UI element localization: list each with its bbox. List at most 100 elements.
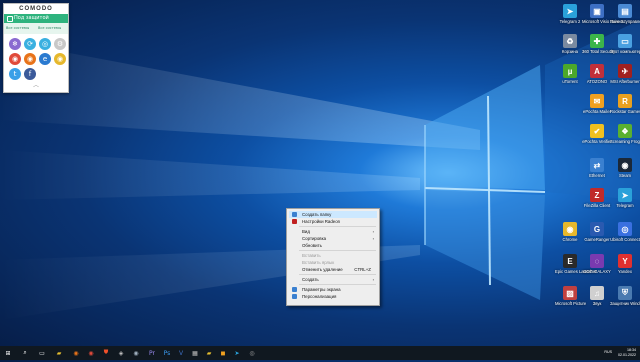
chrome-icon[interactable]: ◉ xyxy=(54,53,66,65)
desktop-icon[interactable]: Y Yandex xyxy=(610,254,640,274)
photoshop-icon[interactable]: Ps xyxy=(162,348,172,358)
desktop-icon-label: Ubisoft Connect xyxy=(610,237,640,242)
menu-item[interactable]: Настройки Radeon xyxy=(289,218,377,225)
menu-item[interactable]: Персонализация xyxy=(289,293,377,300)
desktop-context-menu: Создать папку Настройки Radeon Вид › Сортиро… xyxy=(286,208,380,306)
firefox-icon[interactable]: ◉ xyxy=(24,53,36,65)
app3-icon[interactable]: ◼ xyxy=(218,348,228,358)
menu-item[interactable]: Создать › xyxy=(289,276,377,283)
desktop-icon[interactable]: ✈ MSI Afterburner xyxy=(610,64,640,84)
language-indicator[interactable]: RUS xyxy=(604,350,612,355)
scan-icon[interactable]: ◎ xyxy=(39,38,51,50)
desktop-icon[interactable]: ❖Screaming Frog SE... xyxy=(610,124,640,144)
desktop-icon[interactable]: ▭ Этот компьютер xyxy=(610,34,640,54)
desktop-icon[interactable]: ◌ GOG GALAXY xyxy=(582,254,612,274)
menu-item[interactable]: Обновить xyxy=(289,242,377,249)
app-icon: ▤ xyxy=(618,4,632,18)
desktop-icon[interactable]: ✔ ePochta Verifier xyxy=(582,124,612,144)
app-icon: G xyxy=(590,222,604,236)
desktop-icon-label: uTorrent xyxy=(562,79,578,84)
protection-status[interactable]: Под защитой xyxy=(4,14,68,23)
taskbar: ⊞ ⌕ ▭ ▰ ◉ ◉ ⛊ ◈ ◉ Pr Ps V ▦ ▰ ◼ ➤ ◎ RUS 18:34 02.01.2022 xyxy=(0,346,640,360)
dragon-icon[interactable]: ◉ xyxy=(86,348,96,358)
desktop-icon[interactable]: ▤Панель управления xyxy=(610,4,640,24)
menu-item-label: Сортировка xyxy=(302,236,327,241)
firefox-icon[interactable]: ◉ xyxy=(71,348,81,358)
menu-item-label: Обновить xyxy=(302,243,322,248)
desktop-icon-label: Chrome xyxy=(562,237,578,242)
desktop-icon[interactable]: E Epic Games Launcher xyxy=(555,254,596,274)
premiere-icon[interactable]: Pr xyxy=(147,348,157,358)
desktop-icon-label: Корзина xyxy=(562,49,578,54)
desktop-icon[interactable]: ✉ ePochta Mailer xyxy=(582,94,612,114)
start-icon[interactable]: ⊞ xyxy=(3,348,13,358)
desktop-icon[interactable]: ◉ Steam xyxy=(610,158,640,178)
app-icon: ✔ xyxy=(590,124,604,138)
menu-item[interactable]: Создать папку xyxy=(289,211,377,218)
menu-item: Вставить xyxy=(289,252,377,259)
menu-separator xyxy=(299,250,376,251)
chevron-right-icon: › xyxy=(372,236,374,241)
desktop-icon[interactable]: ▨ Microsoft Picture xyxy=(555,286,586,306)
menu-separator xyxy=(299,274,376,275)
app-icon: ◉ xyxy=(618,158,632,172)
app-icon: ◎ xyxy=(618,222,632,236)
telegram-icon[interactable]: ➤ xyxy=(232,348,242,358)
facebook-icon[interactable]: f xyxy=(24,68,36,80)
menu-item-icon xyxy=(292,287,297,292)
task-view-icon[interactable]: ▭ xyxy=(37,348,47,358)
chevron-right-icon: › xyxy=(372,277,374,282)
app-icon: ⇄ xyxy=(590,158,604,172)
menu-item[interactable]: Отменить удаление CTRL+Z xyxy=(289,266,377,273)
desktop-icon[interactable]: A ATOZONO xyxy=(582,64,612,84)
app-icon[interactable]: ◈ xyxy=(116,348,126,358)
refresh-icon[interactable]: ⟳ xyxy=(24,38,36,50)
menu-item[interactable]: Параметры экрана xyxy=(289,286,377,293)
comodo-substatus: Все системы Все системы xyxy=(4,23,68,34)
desktop-icon[interactable]: ➤ Telegram xyxy=(610,188,640,208)
app-icon: ✈ xyxy=(618,64,632,78)
desktop-icon[interactable]: Z FileZilla Client xyxy=(582,188,612,208)
settings-icon[interactable]: ⚙ xyxy=(54,38,66,50)
menu-item-label: Вставить ярлык xyxy=(302,260,335,265)
desktop-icon[interactable]: G GameRanger xyxy=(582,222,612,242)
app-icon: ❖ xyxy=(618,124,632,138)
app2-icon[interactable]: ▦ xyxy=(190,348,200,358)
snowflake-icon[interactable]: ❄ xyxy=(9,38,21,50)
search-icon[interactable]: ⌕ xyxy=(20,348,30,358)
desktop-icon[interactable]: ⛨Защитник Windows xyxy=(610,286,640,306)
steam-icon[interactable]: ◉ xyxy=(131,348,141,358)
desktop-icon[interactable]: µ uTorrent xyxy=(555,64,585,84)
desktop-icon[interactable]: ➤ Telegram 2 xyxy=(555,4,585,24)
comodo-dragon-icon[interactable]: ◉ xyxy=(9,53,21,65)
menu-separator xyxy=(299,226,376,227)
desktop-icon[interactable]: ◎ Ubisoft Connect xyxy=(610,222,640,242)
folder-icon[interactable]: ▰ xyxy=(204,348,214,358)
desktop-icon[interactable]: ◉ Chrome xyxy=(555,222,585,242)
explorer-icon[interactable]: ▰ xyxy=(54,348,64,358)
menu-item-label: Вид xyxy=(302,229,310,234)
desktop-icon[interactable]: RRockstar Games ... xyxy=(610,94,640,114)
visio-icon[interactable]: V xyxy=(176,348,186,358)
brave-icon[interactable]: ⛊ xyxy=(101,348,111,358)
ie-icon[interactable]: e xyxy=(39,53,51,65)
desktop-icon[interactable]: ✚ 360 Total Security xyxy=(582,34,615,54)
desktop-icon[interactable]: ♫ Звук xyxy=(582,286,612,306)
app-icon: ▣ xyxy=(590,4,604,18)
desktop-icon[interactable]: ♻ Корзина xyxy=(555,34,585,54)
clock-date[interactable]: 02.01.2022 xyxy=(618,353,636,358)
substatus-left[interactable]: Все системы xyxy=(4,23,36,34)
app-icon: ✉ xyxy=(590,94,604,108)
menu-item[interactable]: Сортировка › xyxy=(289,235,377,242)
desktop-icon[interactable]: ▣ Microsoft Visio Suite 22 xyxy=(582,4,626,24)
menu-item-label: Параметры экрана xyxy=(302,287,341,292)
desktop-icon[interactable]: ⇄ Ethernet xyxy=(582,158,612,178)
desktop-icon-label: Защитник Windows xyxy=(610,301,640,306)
desktop-icon-label: ATOZONO xyxy=(586,79,608,84)
substatus-right[interactable]: Все системы xyxy=(36,23,68,34)
chevron-up-icon[interactable]: ︿ xyxy=(4,82,68,89)
app-icon: ✚ xyxy=(590,34,604,48)
twitter-icon[interactable]: t xyxy=(9,68,21,80)
menu-item[interactable]: Вид › xyxy=(289,228,377,235)
app4-icon[interactable]: ◎ xyxy=(247,348,257,358)
